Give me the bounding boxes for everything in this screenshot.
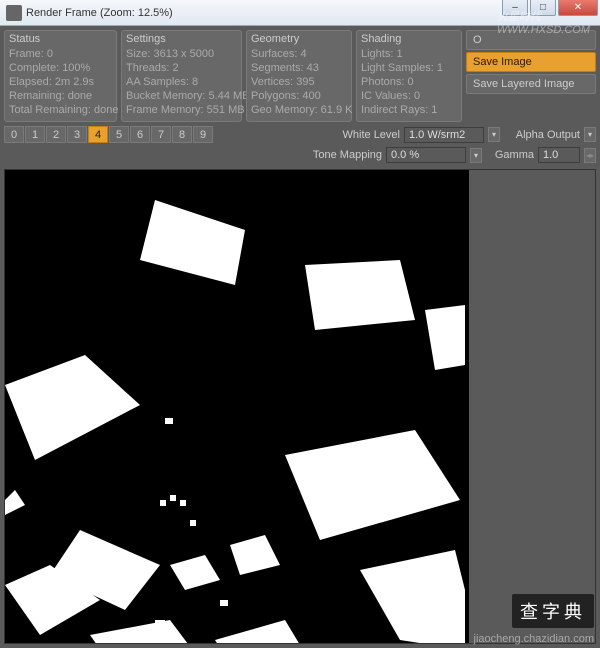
save-layered-button[interactable]: Save Layered Image bbox=[466, 74, 596, 94]
shading-panel: Shading Lights: 1 Light Samples: 1 Photo… bbox=[356, 30, 462, 122]
status-total: Total Remaining: done bbox=[9, 103, 112, 117]
white-level-dropdown-icon[interactable]: ▾ bbox=[488, 127, 500, 142]
tab-8[interactable]: 8 bbox=[172, 126, 192, 143]
white-level-input[interactable]: 1.0 W/srm2 bbox=[404, 127, 484, 143]
settings-bucket: Bucket Memory: 5.44 MB bbox=[126, 89, 237, 103]
shading-indirect: Indirect Rays: 1 bbox=[361, 103, 457, 117]
geo-segments: Segments: 43 bbox=[251, 61, 347, 75]
geometry-title: Geometry bbox=[251, 33, 347, 45]
geo-mem: Geo Memory: 61.9 K bbox=[251, 103, 347, 117]
tab-7[interactable]: 7 bbox=[151, 126, 171, 143]
alpha-output-label: Alpha Output bbox=[504, 129, 580, 141]
gamma-label: Gamma bbox=[486, 149, 534, 161]
white-level-label: White Level bbox=[328, 129, 400, 141]
tab-0[interactable]: 0 bbox=[4, 126, 24, 143]
geo-polygons: Polygons: 400 bbox=[251, 89, 347, 103]
settings-panel: Settings Size: 3613 x 5000 Threads: 2 AA… bbox=[121, 30, 242, 122]
geo-vertices: Vertices: 395 bbox=[251, 75, 347, 89]
watermark-chazidian-url: jiaocheng.chazidian.com bbox=[474, 633, 594, 645]
shading-photons: Photons: 0 bbox=[361, 75, 457, 89]
status-remaining: Remaining: done bbox=[9, 89, 112, 103]
gamma-drag-icon[interactable]: ◂▸ bbox=[584, 148, 596, 163]
tab-9[interactable]: 9 bbox=[193, 126, 213, 143]
tab-4[interactable]: 4 bbox=[88, 126, 108, 143]
tab-2[interactable]: 2 bbox=[46, 126, 66, 143]
viewport-sidepanel bbox=[469, 170, 595, 643]
shading-ic: IC Values: 0 bbox=[361, 89, 457, 103]
window-title: Render Frame (Zoom: 12.5%) bbox=[26, 7, 173, 19]
geometry-panel: Geometry Surfaces: 4 Segments: 43 Vertic… bbox=[246, 30, 352, 122]
bucket-tabs: 0123456789 bbox=[4, 126, 214, 143]
settings-size: Size: 3613 x 5000 bbox=[126, 47, 237, 61]
render-image bbox=[5, 170, 465, 643]
status-frame: Frame: 0 bbox=[9, 47, 112, 61]
render-viewport[interactable] bbox=[5, 170, 469, 643]
watermark-hxsd: 火星时代 WWW.HXSD.COM bbox=[497, 8, 590, 36]
tab-6[interactable]: 6 bbox=[130, 126, 150, 143]
settings-threads: Threads: 2 bbox=[126, 61, 237, 75]
tab-3[interactable]: 3 bbox=[67, 126, 87, 143]
status-complete: Complete: 100% bbox=[9, 61, 112, 75]
geo-surfaces: Surfaces: 4 bbox=[251, 47, 347, 61]
app-icon bbox=[6, 5, 22, 21]
shading-lightsamples: Light Samples: 1 bbox=[361, 61, 457, 75]
settings-title: Settings bbox=[126, 33, 237, 45]
tone-mapping-label: Tone Mapping bbox=[310, 149, 382, 161]
status-panel: Status Frame: 0 Complete: 100% Elapsed: … bbox=[4, 30, 117, 122]
status-title: Status bbox=[9, 33, 112, 45]
watermark-chazidian: 查字典 bbox=[512, 594, 594, 628]
save-image-button[interactable]: Save Image bbox=[466, 52, 596, 72]
shading-title: Shading bbox=[361, 33, 457, 45]
tone-mapping-dropdown-icon[interactable]: ▾ bbox=[470, 148, 482, 163]
gamma-input[interactable]: 1.0 bbox=[538, 147, 580, 163]
tab-5[interactable]: 5 bbox=[109, 126, 129, 143]
settings-aa: AA Samples: 8 bbox=[126, 75, 237, 89]
shading-lights: Lights: 1 bbox=[361, 47, 457, 61]
tab-1[interactable]: 1 bbox=[25, 126, 45, 143]
settings-framemem: Frame Memory: 551 MB bbox=[126, 103, 237, 117]
tone-mapping-input[interactable]: 0.0 % bbox=[386, 147, 466, 163]
status-elapsed: Elapsed: 2m 2.9s bbox=[9, 75, 112, 89]
alpha-output-dropdown-icon[interactable]: ▾ bbox=[584, 127, 596, 142]
